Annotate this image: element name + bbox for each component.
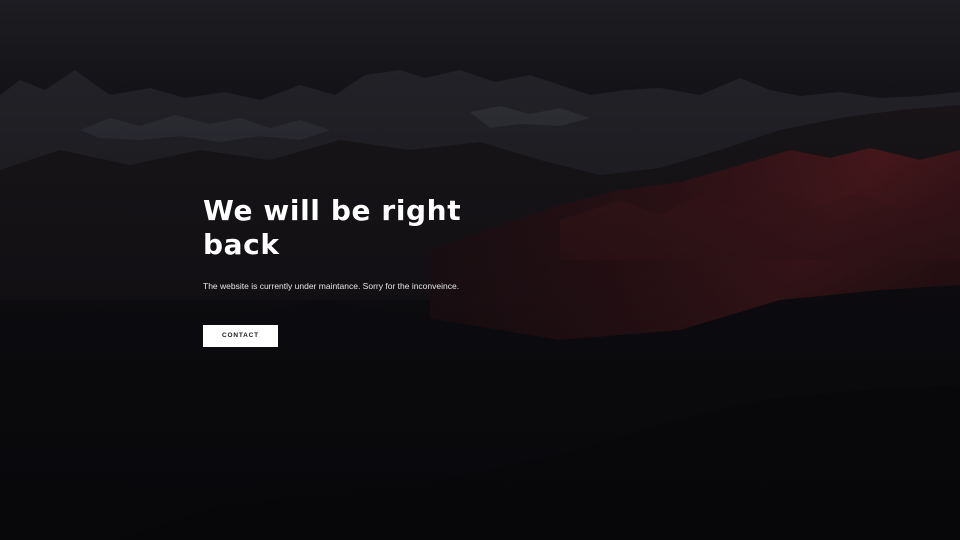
maintenance-message-block: We will be right back The website is cur… xyxy=(203,194,523,347)
contact-button[interactable]: CONTACT xyxy=(203,325,278,347)
page-headline: We will be right back xyxy=(203,194,462,261)
maintenance-description: The website is currently under maintance… xyxy=(203,281,460,291)
maintenance-page: We will be right back The website is cur… xyxy=(0,0,960,540)
